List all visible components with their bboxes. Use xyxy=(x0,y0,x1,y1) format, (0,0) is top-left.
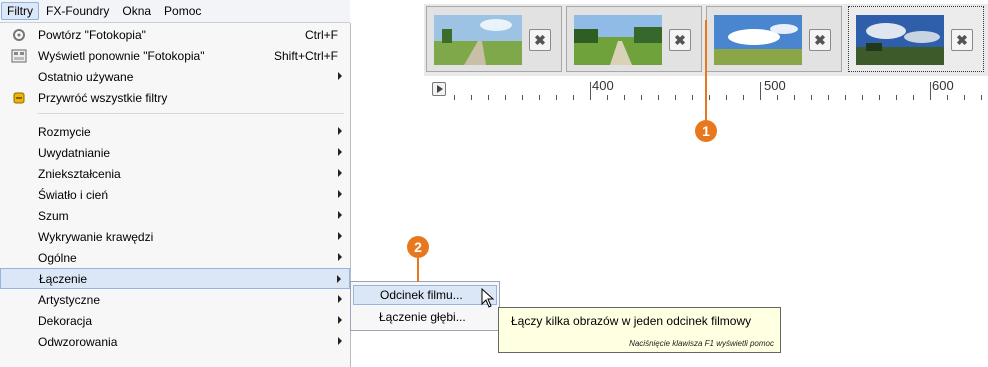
ruler-tick xyxy=(726,95,727,100)
film-frame[interactable]: ✖ xyxy=(426,6,562,72)
menu-item-recent[interactable]: Ostatnio używane xyxy=(0,66,350,87)
ruler-label: 500 xyxy=(764,78,786,93)
chevron-right-icon xyxy=(338,232,342,240)
ruler-tick xyxy=(522,95,523,100)
ruler-tick xyxy=(777,95,778,100)
ruler-tick xyxy=(743,95,744,100)
film-frame[interactable]: ✖ xyxy=(706,6,842,72)
ruler-label: 400 xyxy=(592,78,614,93)
ruler-tick xyxy=(454,95,455,100)
callout-badge: 1 xyxy=(695,120,717,142)
chevron-right-icon xyxy=(338,190,342,198)
menu-item-dekoracja[interactable]: Dekoracja xyxy=(0,310,350,331)
chevron-right-icon xyxy=(338,211,342,219)
ruler-tick xyxy=(488,95,489,100)
filters-dropdown: Powtórz "Fotokopia" Ctrl+F Wyświetl pono… xyxy=(0,23,351,367)
ruler-tick xyxy=(760,82,761,100)
menu-item-laczenie[interactable]: Łączenie xyxy=(0,268,350,289)
chevron-right-icon xyxy=(338,127,342,135)
ruler-tick xyxy=(913,95,914,100)
delete-frame-button[interactable]: ✖ xyxy=(529,29,551,51)
ruler-tick xyxy=(624,95,625,100)
menu-item-swiatlo-i-cien[interactable]: Światło i cień xyxy=(0,184,350,205)
tooltip-hint: Naciśnięcie klawisza F1 wyświetli pomoc xyxy=(629,339,774,348)
ruler-tick xyxy=(539,95,540,100)
menu-bar: Filtry FX-Foundry Okna Pomoc xyxy=(0,0,350,23)
callout-line xyxy=(705,20,707,122)
ruler-tick xyxy=(981,95,982,100)
ruler-tick xyxy=(879,95,880,100)
chevron-right-icon xyxy=(338,72,342,80)
reshow-filter-icon xyxy=(8,45,30,66)
chevron-right-icon xyxy=(338,148,342,156)
ruler-label: 600 xyxy=(932,78,954,93)
mouse-cursor-icon xyxy=(481,288,495,308)
ruler-tick xyxy=(964,95,965,100)
ruler-tick xyxy=(794,95,795,100)
ruler-tick xyxy=(930,82,931,100)
ruler-tick xyxy=(828,95,829,100)
menu-item-szum[interactable]: Szum xyxy=(0,205,350,226)
chevron-right-icon xyxy=(338,253,342,261)
frame-thumbnail xyxy=(574,15,662,65)
menu-item-artystyczne[interactable]: Artystyczne xyxy=(0,289,350,310)
ruler-tick xyxy=(862,95,863,100)
menu-pomoc[interactable]: Pomoc xyxy=(158,2,207,20)
menu-fx-foundry[interactable]: FX-Foundry xyxy=(40,2,115,20)
delete-frame-button[interactable]: ✖ xyxy=(951,29,973,51)
menu-item-odwzorowania[interactable]: Odwzorowania xyxy=(0,331,350,352)
chevron-right-icon xyxy=(338,169,342,177)
delete-frame-button[interactable]: ✖ xyxy=(809,29,831,51)
ruler-tick xyxy=(896,95,897,100)
ruler-tick xyxy=(556,95,557,100)
callout-line xyxy=(417,258,419,282)
frame-thumbnail xyxy=(714,15,802,65)
menu-item-uwydatnianie[interactable]: Uwydatnianie xyxy=(0,142,350,163)
submenu-item-laczenie-glebi[interactable]: Łączenie głębi... xyxy=(353,307,497,327)
ruler-tick xyxy=(471,95,472,100)
ruler-tick xyxy=(641,95,642,100)
ruler-tick xyxy=(675,95,676,100)
menu-item-rozmycie[interactable]: Rozmycie xyxy=(0,121,350,142)
reset-filters-icon xyxy=(8,87,30,108)
ruler-tick xyxy=(590,82,591,100)
chevron-right-icon xyxy=(338,337,342,345)
ruler-tick xyxy=(811,95,812,100)
ruler-tick xyxy=(607,95,608,100)
menu-separator xyxy=(38,113,344,114)
menu-okna[interactable]: Okna xyxy=(116,2,157,20)
play-icon[interactable] xyxy=(432,82,446,96)
menu-item-ogolne[interactable]: Ogólne xyxy=(0,247,350,268)
ruler-tick xyxy=(709,95,710,100)
chevron-right-icon xyxy=(338,295,342,303)
ruler-tick xyxy=(658,95,659,100)
menu-item-repeat[interactable]: Powtórz "Fotokopia" Ctrl+F xyxy=(0,24,350,45)
tooltip: Łączy kilka obrazów w jeden odcinek film… xyxy=(498,307,781,353)
repeat-filter-icon xyxy=(8,24,30,45)
menu-item-reshow[interactable]: Wyświetl ponownie "Fotokopia" Shift+Ctrl… xyxy=(0,45,350,66)
film-frame-selected[interactable]: ✖ xyxy=(848,6,984,72)
ruler-tick xyxy=(573,95,574,100)
delete-frame-button[interactable]: ✖ xyxy=(669,29,691,51)
chevron-right-icon xyxy=(337,275,341,283)
chevron-right-icon xyxy=(338,316,342,324)
callout-badge: 2 xyxy=(407,236,429,258)
menu-item-znieksztalcenia[interactable]: Zniekształcenia xyxy=(0,163,350,184)
menu-filtry[interactable]: Filtry xyxy=(1,2,39,20)
tooltip-text: Łączy kilka obrazów w jeden odcinek film… xyxy=(511,314,752,328)
ruler-tick xyxy=(947,95,948,100)
frame-thumbnail xyxy=(856,15,944,65)
laczenie-submenu: Odcinek filmu... Łączenie głębi... xyxy=(350,281,500,331)
menu-item-wykrywanie-krawedzi[interactable]: Wykrywanie krawędzi xyxy=(0,226,350,247)
ruler-tick xyxy=(845,95,846,100)
menu-item-reset-filters[interactable]: Przywróć wszystkie filtry xyxy=(0,87,350,108)
film-frame[interactable]: ✖ xyxy=(566,6,702,72)
ruler-tick xyxy=(505,95,506,100)
ruler-tick xyxy=(692,95,693,100)
frame-thumbnail xyxy=(434,15,522,65)
submenu-item-odcinek-filmu[interactable]: Odcinek filmu... xyxy=(353,285,497,305)
